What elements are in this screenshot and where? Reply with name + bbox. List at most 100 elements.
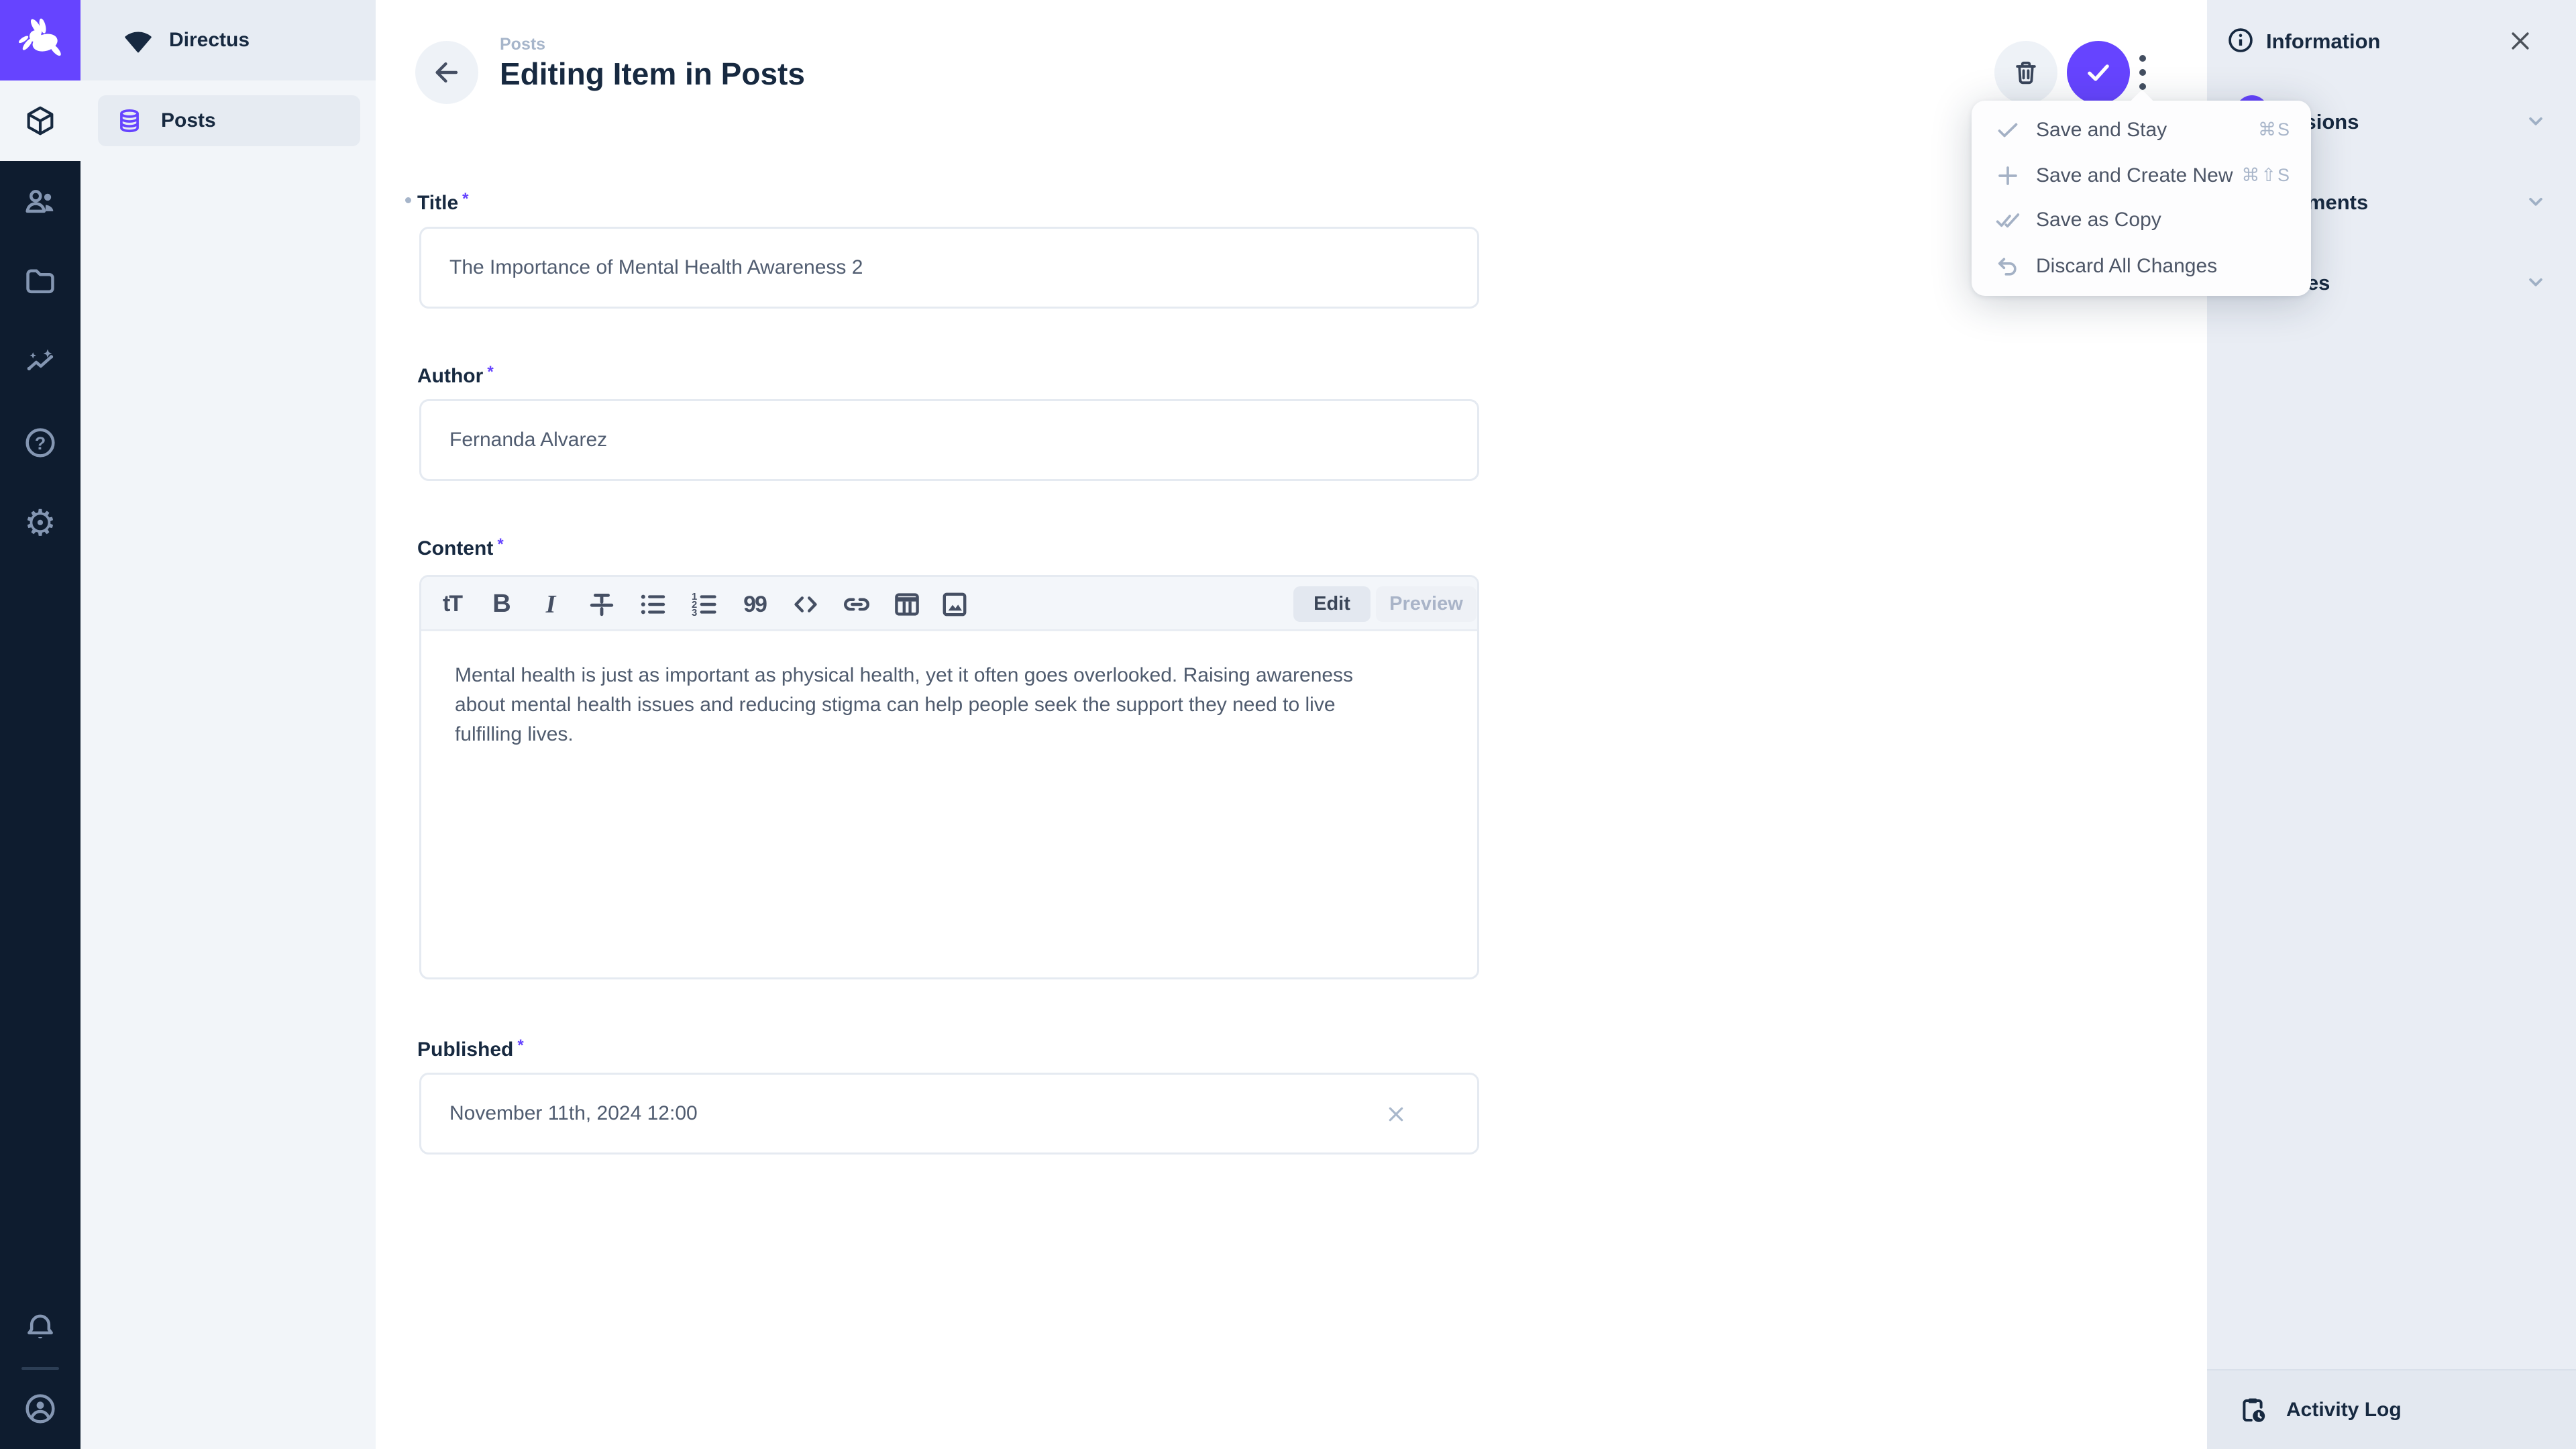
people-icon — [22, 183, 58, 219]
required-mark: * — [462, 190, 468, 208]
code-button[interactable] — [781, 577, 830, 631]
menu-item-save-as-copy[interactable]: Save as Copy — [1972, 197, 2311, 242]
link-button[interactable] — [832, 577, 881, 631]
wifi-icon — [122, 24, 154, 56]
account-icon — [22, 1391, 58, 1427]
plus-icon — [1994, 162, 2021, 189]
main-content: Posts Editing Item in Posts — [376, 0, 2207, 1449]
code-icon — [790, 588, 822, 621]
bullet-list-button[interactable] — [628, 577, 678, 631]
module-insights[interactable] — [0, 322, 80, 402]
content-line: Mental health is just as important as ph… — [455, 661, 1454, 690]
module-files[interactable] — [0, 241, 80, 322]
box-icon — [23, 103, 58, 138]
module-users[interactable] — [0, 161, 80, 241]
trash-icon — [2010, 57, 2041, 88]
insights-icon — [22, 344, 58, 380]
clear-date-button[interactable] — [1384, 1102, 1408, 1126]
directus-logo[interactable] — [0, 0, 80, 80]
page-title: Editing Item in Posts — [500, 56, 805, 92]
chevron-down-icon — [2523, 189, 2548, 214]
title-input[interactable] — [419, 227, 1479, 309]
module-help[interactable]: ? — [0, 402, 80, 483]
published-input[interactable] — [419, 1073, 1479, 1155]
title-field-label: Title* — [417, 190, 468, 215]
text-size-icon: tT — [443, 591, 462, 617]
close-sidebar-button[interactable] — [2506, 27, 2534, 55]
link-icon — [841, 588, 873, 621]
markdown-editor: tT B I — [419, 575, 1479, 979]
bold-button[interactable]: B — [477, 577, 527, 631]
notifications-button[interactable] — [0, 1287, 80, 1368]
double-check-icon — [1994, 207, 2021, 233]
module-content[interactable] — [0, 80, 80, 161]
clipboard-clock-icon — [2237, 1394, 2269, 1426]
project-chooser[interactable]: Directus — [80, 0, 376, 80]
folder-icon — [22, 264, 58, 300]
help-icon: ? — [22, 425, 58, 461]
directus-app: ? ⚙ — [0, 0, 2576, 1449]
sidebar-title: Information — [2266, 30, 2381, 54]
svg-text:3: 3 — [692, 608, 697, 619]
image-button[interactable] — [930, 577, 979, 631]
dots-vertical-icon — [2139, 55, 2146, 62]
info-icon — [2226, 25, 2255, 55]
activity-log-button[interactable]: Activity Log — [2207, 1369, 2576, 1449]
image-icon — [938, 588, 971, 621]
menu-item-save-and-stay[interactable]: Save and Stay ⌘S — [1972, 107, 2311, 152]
table-icon — [891, 588, 923, 621]
check-icon — [2082, 56, 2114, 89]
gear-icon: ⚙ — [24, 505, 56, 541]
tab-preview[interactable]: Preview — [1376, 586, 1477, 622]
menu-item-save-and-create-new[interactable]: Save and Create New ⌘⇧S — [1972, 153, 2311, 198]
editor-toolbar: tT B I — [421, 577, 1477, 631]
rabbit-icon — [15, 15, 66, 66]
module-bar: ? ⚙ — [0, 0, 80, 1449]
italic-icon: I — [546, 590, 556, 619]
required-mark: * — [517, 1036, 523, 1055]
required-mark: * — [487, 363, 493, 381]
author-field-label: Author* — [417, 363, 494, 388]
author-input[interactable] — [419, 399, 1479, 481]
activity-log-label: Activity Log — [2286, 1399, 2402, 1421]
required-mark: * — [497, 535, 503, 553]
close-icon — [1384, 1102, 1408, 1126]
table-button[interactable] — [882, 577, 932, 631]
close-icon — [2506, 27, 2534, 55]
bold-icon: B — [492, 590, 511, 619]
project-name: Directus — [169, 29, 250, 52]
tab-edit[interactable]: Edit — [1293, 586, 1371, 622]
module-settings[interactable]: ⚙ — [0, 483, 80, 564]
arrow-left-icon — [431, 56, 463, 89]
content-textarea[interactable]: Mental health is just as important as ph… — [455, 661, 1454, 749]
breadcrumb[interactable]: Posts — [500, 35, 545, 54]
keyboard-shortcut: ⌘⇧S — [2241, 165, 2291, 186]
menu-item-discard-all-changes[interactable]: Discard All Changes — [1972, 244, 2311, 288]
chevron-down-icon — [2523, 269, 2548, 294]
sidebar-item-posts[interactable]: Posts — [98, 95, 360, 146]
database-icon — [115, 107, 144, 135]
back-button[interactable] — [415, 41, 478, 104]
content-field-label: Content* — [417, 535, 504, 560]
svg-text:99: 99 — [743, 592, 767, 617]
text-size-button[interactable]: tT — [427, 577, 477, 631]
save-options-menu: Save and Stay ⌘S Save and Create New ⌘⇧S… — [1972, 101, 2311, 296]
published-field-label: Published* — [417, 1036, 524, 1061]
strikethrough-button[interactable] — [577, 577, 627, 631]
italic-button[interactable]: I — [526, 577, 576, 631]
navigation-sidebar: Directus Posts — [80, 0, 376, 1449]
sidebar-item-label: Posts — [161, 109, 216, 132]
edited-dot — [405, 197, 411, 203]
numbered-list-icon: 1 2 3 — [688, 588, 720, 621]
bell-icon — [22, 1309, 58, 1346]
bullet-list-icon — [637, 588, 669, 621]
check-icon — [1994, 117, 2021, 144]
numbered-list-button[interactable]: 1 2 3 — [679, 577, 729, 631]
undo-icon — [1994, 253, 2021, 280]
content-line: fulfilling lives. — [455, 720, 1454, 749]
blockquote-button[interactable]: 99 — [730, 577, 780, 631]
delete-button[interactable] — [1994, 41, 2057, 104]
keyboard-shortcut: ⌘S — [2258, 119, 2291, 140]
user-menu-button[interactable] — [0, 1368, 80, 1449]
strikethrough-icon — [586, 588, 618, 621]
